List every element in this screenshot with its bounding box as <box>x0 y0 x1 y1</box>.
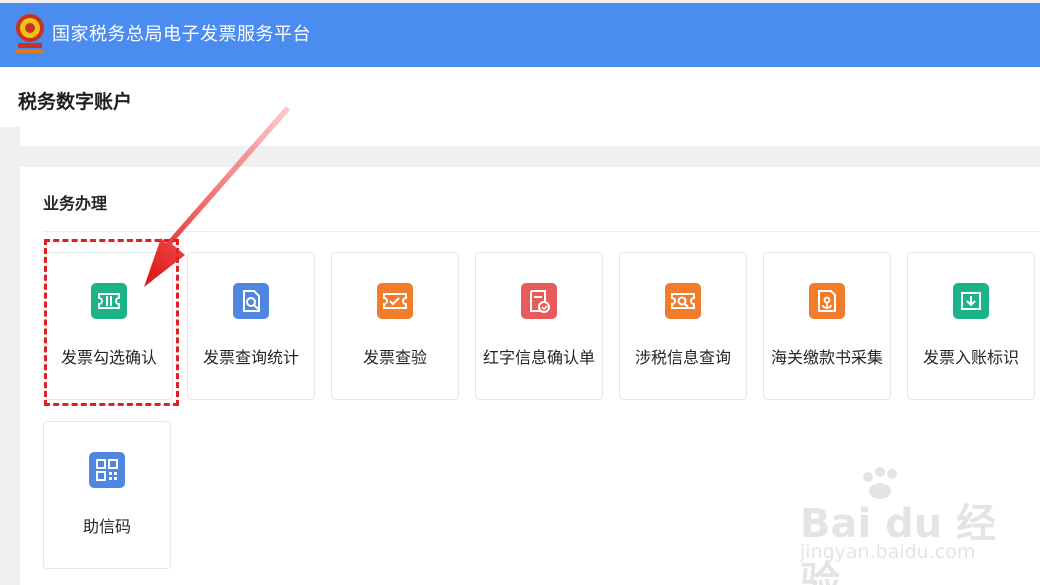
tile-label: 涉税信息查询 <box>634 348 731 367</box>
tile-label: 发票查询统计 <box>202 348 299 367</box>
tile-invoice-accounting-mark[interactable]: 发票入账标识 <box>907 252 1035 400</box>
customs-document-icon <box>809 283 845 319</box>
ticket-verify-icon <box>377 283 413 319</box>
divider <box>43 231 1040 232</box>
tile-invoice-verify[interactable]: 发票查验 <box>331 252 459 400</box>
tile-label: 发票查验 <box>362 348 427 367</box>
watermark: Bai du 经验 jingyan.baidu.com <box>796 465 1026 585</box>
tile-label: 海关缴款书采集 <box>770 348 883 367</box>
tile-label: 发票入账标识 <box>922 348 1019 367</box>
tile-tax-info-query[interactable]: 涉税信息查询 <box>619 252 747 400</box>
tax-emblem-icon <box>16 14 44 53</box>
watermark-brand: Bai du 经验 <box>800 501 997 585</box>
document-check-icon <box>521 283 557 319</box>
section-title: 业务办理 <box>43 194 108 213</box>
spacer-panel <box>20 127 1040 146</box>
tile-customs-collection[interactable]: 海关缴款书采集 <box>763 252 891 400</box>
top-bar: 国家税务总局电子发票服务平台 <box>0 3 1040 67</box>
ticket-search-icon <box>665 283 701 319</box>
tile-label: 红字信息确认单 <box>482 348 595 367</box>
tile-red-letter-confirm[interactable]: 红字信息确认单 <box>475 252 603 400</box>
tile-label: 助信码 <box>82 517 131 536</box>
app-title: 国家税务总局电子发票服务平台 <box>52 24 311 45</box>
qrcode-icon <box>89 452 125 488</box>
page-header: 税务数字账户 <box>0 67 1040 127</box>
watermark-url: jingyan.baidu.com <box>800 541 976 563</box>
search-document-icon <box>233 283 269 319</box>
inbox-download-icon <box>953 283 989 319</box>
tile-zhuxin-code[interactable]: 助信码 <box>43 421 171 569</box>
highlight-box <box>44 239 179 406</box>
tile-invoice-query-stats[interactable]: 发票查询统计 <box>187 252 315 400</box>
page-title: 税务数字账户 <box>18 91 133 113</box>
